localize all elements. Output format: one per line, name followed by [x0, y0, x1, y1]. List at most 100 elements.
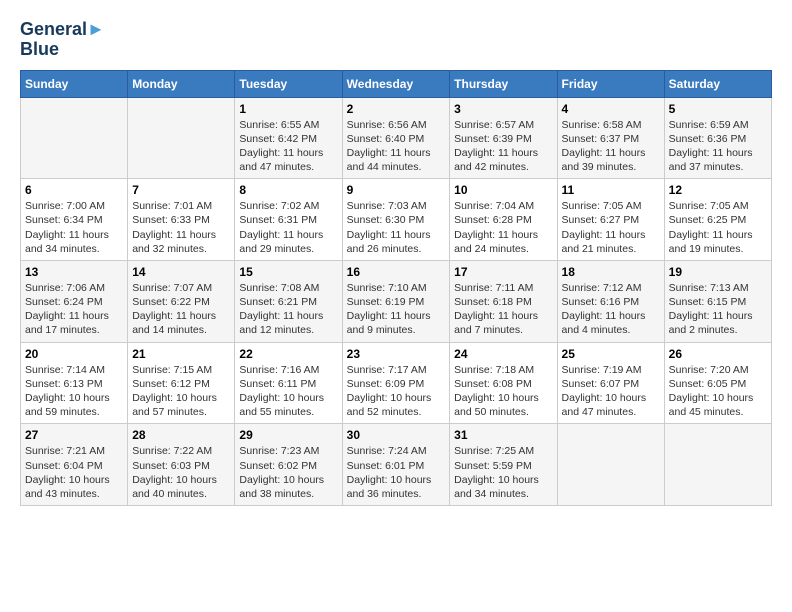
calendar-cell: 12 Sunrise: 7:05 AMSunset: 6:25 PMDayligh…: [664, 179, 771, 261]
calendar-week-row: 1 Sunrise: 6:55 AMSunset: 6:42 PMDaylight…: [21, 97, 772, 179]
calendar-cell: 4 Sunrise: 6:58 AMSunset: 6:37 PMDaylight…: [557, 97, 664, 179]
calendar-cell: 7 Sunrise: 7:01 AMSunset: 6:33 PMDaylight…: [128, 179, 235, 261]
day-number: 16: [347, 265, 446, 279]
day-number: 20: [25, 347, 123, 361]
day-info: Sunrise: 7:03 AMSunset: 6:30 PMDaylight:…: [347, 199, 446, 256]
day-of-week-header: Sunday: [21, 70, 128, 97]
day-info: Sunrise: 7:21 AMSunset: 6:04 PMDaylight:…: [25, 444, 123, 501]
calendar-cell: 13Sunrise: 7:06 AMSunset: 6:24 PMDayligh…: [21, 260, 128, 342]
calendar-cell: 28 Sunrise: 7:22 AMSunset: 6:03 PMDayligh…: [128, 424, 235, 506]
calendar-cell: 23 Sunrise: 7:17 AMSunset: 6:09 PMDayligh…: [342, 342, 450, 424]
calendar-table: SundayMondayTuesdayWednesdayThursdayFrid…: [20, 70, 772, 506]
day-info: Sunrise: 7:17 AMSunset: 6:09 PMDaylight:…: [347, 363, 446, 420]
day-info: Sunrise: 7:24 AMSunset: 6:01 PMDaylight:…: [347, 444, 446, 501]
day-info: Sunrise: 7:00 AMSunset: 6:34 PMDaylight:…: [25, 199, 123, 256]
day-info: Sunrise: 7:18 AMSunset: 6:08 PMDaylight:…: [454, 363, 552, 420]
day-info: Sunrise: 6:58 AMSunset: 6:37 PMDaylight:…: [562, 118, 660, 175]
day-number: 10: [454, 183, 552, 197]
calendar-cell: 19 Sunrise: 7:13 AMSunset: 6:15 PMDayligh…: [664, 260, 771, 342]
calendar-cell: 18 Sunrise: 7:12 AMSunset: 6:16 PMDayligh…: [557, 260, 664, 342]
day-number: 4: [562, 102, 660, 116]
calendar-cell: 25 Sunrise: 7:19 AMSunset: 6:07 PMDayligh…: [557, 342, 664, 424]
day-of-week-header: Friday: [557, 70, 664, 97]
calendar-cell: 31 Sunrise: 7:25 AMSunset: 5:59 PMDayligh…: [450, 424, 557, 506]
day-number: 22: [239, 347, 337, 361]
day-number: 27: [25, 428, 123, 442]
day-info: Sunrise: 7:01 AMSunset: 6:33 PMDaylight:…: [132, 199, 230, 256]
day-info: Sunrise: 7:16 AMSunset: 6:11 PMDaylight:…: [239, 363, 337, 420]
calendar-cell: 15 Sunrise: 7:08 AMSunset: 6:21 PMDayligh…: [235, 260, 342, 342]
day-number: 2: [347, 102, 446, 116]
calendar-cell: [21, 97, 128, 179]
day-info: Sunrise: 7:19 AMSunset: 6:07 PMDaylight:…: [562, 363, 660, 420]
calendar-cell: [664, 424, 771, 506]
calendar-cell: 11 Sunrise: 7:05 AMSunset: 6:27 PMDayligh…: [557, 179, 664, 261]
day-number: 26: [669, 347, 767, 361]
day-info: Sunrise: 7:08 AMSunset: 6:21 PMDaylight:…: [239, 281, 337, 338]
day-of-week-header: Thursday: [450, 70, 557, 97]
day-info: Sunrise: 7:12 AMSunset: 6:16 PMDaylight:…: [562, 281, 660, 338]
calendar-week-row: 20 Sunrise: 7:14 AMSunset: 6:13 PMDayligh…: [21, 342, 772, 424]
day-info: Sunrise: 7:05 AMSunset: 6:25 PMDaylight:…: [669, 199, 767, 256]
day-info: Sunrise: 7:10 AMSunset: 6:19 PMDaylight:…: [347, 281, 446, 338]
day-number: 15: [239, 265, 337, 279]
calendar-cell: 24 Sunrise: 7:18 AMSunset: 6:08 PMDayligh…: [450, 342, 557, 424]
day-info: Sunrise: 6:57 AMSunset: 6:39 PMDaylight:…: [454, 118, 552, 175]
page-header: General►Blue: [20, 20, 772, 60]
day-number: 9: [347, 183, 446, 197]
day-info: Sunrise: 6:56 AMSunset: 6:40 PMDaylight:…: [347, 118, 446, 175]
calendar-cell: 26 Sunrise: 7:20 AMSunset: 6:05 PMDayligh…: [664, 342, 771, 424]
day-info: Sunrise: 7:02 AMSunset: 6:31 PMDaylight:…: [239, 199, 337, 256]
day-info: Sunrise: 7:15 AMSunset: 6:12 PMDaylight:…: [132, 363, 230, 420]
day-number: 11: [562, 183, 660, 197]
calendar-cell: 17Sunrise: 7:11 AMSunset: 6:18 PMDayligh…: [450, 260, 557, 342]
day-number: 28: [132, 428, 230, 442]
day-number: 6: [25, 183, 123, 197]
day-number: 3: [454, 102, 552, 116]
day-number: 31: [454, 428, 552, 442]
day-number: 24: [454, 347, 552, 361]
calendar-cell: [557, 424, 664, 506]
calendar-cell: 29Sunrise: 7:23 AMSunset: 6:02 PMDayligh…: [235, 424, 342, 506]
calendar-cell: 27 Sunrise: 7:21 AMSunset: 6:04 PMDayligh…: [21, 424, 128, 506]
day-info: Sunrise: 7:14 AMSunset: 6:13 PMDaylight:…: [25, 363, 123, 420]
day-number: 7: [132, 183, 230, 197]
day-info: Sunrise: 7:13 AMSunset: 6:15 PMDaylight:…: [669, 281, 767, 338]
day-info: Sunrise: 7:20 AMSunset: 6:05 PMDaylight:…: [669, 363, 767, 420]
day-of-week-header: Saturday: [664, 70, 771, 97]
day-number: 30: [347, 428, 446, 442]
day-of-week-header: Tuesday: [235, 70, 342, 97]
calendar-cell: 30 Sunrise: 7:24 AMSunset: 6:01 PMDayligh…: [342, 424, 450, 506]
day-info: Sunrise: 6:59 AMSunset: 6:36 PMDaylight:…: [669, 118, 767, 175]
day-number: 18: [562, 265, 660, 279]
day-info: Sunrise: 7:07 AMSunset: 6:22 PMDaylight:…: [132, 281, 230, 338]
day-number: 19: [669, 265, 767, 279]
calendar-body: 1 Sunrise: 6:55 AMSunset: 6:42 PMDaylight…: [21, 97, 772, 505]
calendar-cell: 21 Sunrise: 7:15 AMSunset: 6:12 PMDayligh…: [128, 342, 235, 424]
day-number: 8: [239, 183, 337, 197]
day-info: Sunrise: 7:11 AMSunset: 6:18 PMDaylight:…: [454, 281, 552, 338]
logo-text: General►Blue: [20, 20, 105, 60]
day-number: 1: [239, 102, 337, 116]
calendar-cell: 14 Sunrise: 7:07 AMSunset: 6:22 PMDayligh…: [128, 260, 235, 342]
calendar-week-row: 27 Sunrise: 7:21 AMSunset: 6:04 PMDayligh…: [21, 424, 772, 506]
logo: General►Blue: [20, 20, 105, 60]
day-info: Sunrise: 7:25 AMSunset: 5:59 PMDaylight:…: [454, 444, 552, 501]
calendar-cell: 5Sunrise: 6:59 AMSunset: 6:36 PMDaylight…: [664, 97, 771, 179]
day-number: 12: [669, 183, 767, 197]
day-info: Sunrise: 6:55 AMSunset: 6:42 PMDaylight:…: [239, 118, 337, 175]
calendar-cell: 20 Sunrise: 7:14 AMSunset: 6:13 PMDayligh…: [21, 342, 128, 424]
day-info: Sunrise: 7:22 AMSunset: 6:03 PMDaylight:…: [132, 444, 230, 501]
calendar-cell: 22 Sunrise: 7:16 AMSunset: 6:11 PMDayligh…: [235, 342, 342, 424]
calendar-cell: 10Sunrise: 7:04 AMSunset: 6:28 PMDayligh…: [450, 179, 557, 261]
day-info: Sunrise: 7:23 AMSunset: 6:02 PMDaylight:…: [239, 444, 337, 501]
calendar-cell: 9 Sunrise: 7:03 AMSunset: 6:30 PMDaylight…: [342, 179, 450, 261]
calendar-week-row: 13Sunrise: 7:06 AMSunset: 6:24 PMDayligh…: [21, 260, 772, 342]
day-info: Sunrise: 7:05 AMSunset: 6:27 PMDaylight:…: [562, 199, 660, 256]
day-number: 21: [132, 347, 230, 361]
day-number: 23: [347, 347, 446, 361]
calendar-cell: 3 Sunrise: 6:57 AMSunset: 6:39 PMDaylight…: [450, 97, 557, 179]
day-number: 14: [132, 265, 230, 279]
day-number: 25: [562, 347, 660, 361]
calendar-cell: 8 Sunrise: 7:02 AMSunset: 6:31 PMDaylight…: [235, 179, 342, 261]
